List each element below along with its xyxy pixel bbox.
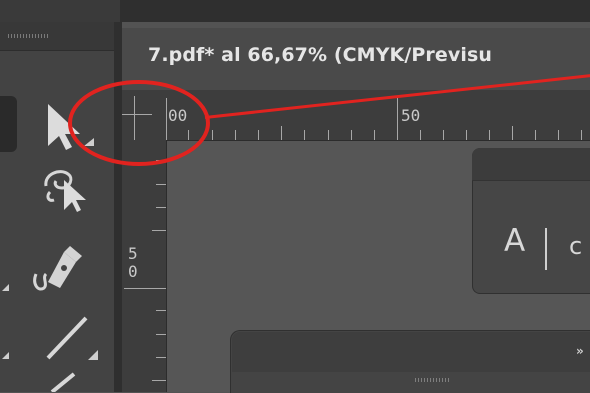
tool-group-corner-indicator xyxy=(2,284,9,291)
lasso-arrow-icon xyxy=(44,170,86,212)
character-panel-header[interactable] xyxy=(472,148,590,181)
app-top-bar-left xyxy=(0,0,120,22)
line-tool[interactable] xyxy=(40,312,100,364)
type-tool-icon[interactable]: A xyxy=(504,224,525,258)
pen-nib-icon xyxy=(33,246,82,291)
tools-panel-divider xyxy=(114,22,122,392)
direct-selection-tool[interactable] xyxy=(40,166,94,214)
pencil-tool[interactable] xyxy=(48,370,88,392)
horizontal-ruler-label: 50 xyxy=(401,106,421,125)
line-icon xyxy=(46,316,98,360)
text-cursor-bar xyxy=(545,228,547,270)
vertical-ruler-label: 0 xyxy=(128,262,138,281)
document-tab-title[interactable]: 7.pdf* al 66,67% (CMYK/Previsu xyxy=(148,44,492,66)
tools-panel-grip-handle[interactable] xyxy=(8,34,48,38)
lower-floating-panel-header[interactable] xyxy=(232,332,590,372)
character-panel-label: c xyxy=(569,232,583,260)
vertical-ruler-label: 5 xyxy=(128,244,138,263)
lower-panel-grip-handle[interactable] xyxy=(415,378,451,382)
pencil-icon xyxy=(50,372,76,392)
active-tool-highlight xyxy=(0,96,17,152)
annotation-highlight-circle xyxy=(68,80,210,166)
pen-tool[interactable] xyxy=(30,244,94,296)
tool-group-corner-indicator xyxy=(2,352,9,359)
vertical-ruler[interactable]: 5 0 xyxy=(122,140,167,392)
panel-collapse-button[interactable]: » xyxy=(576,344,584,358)
